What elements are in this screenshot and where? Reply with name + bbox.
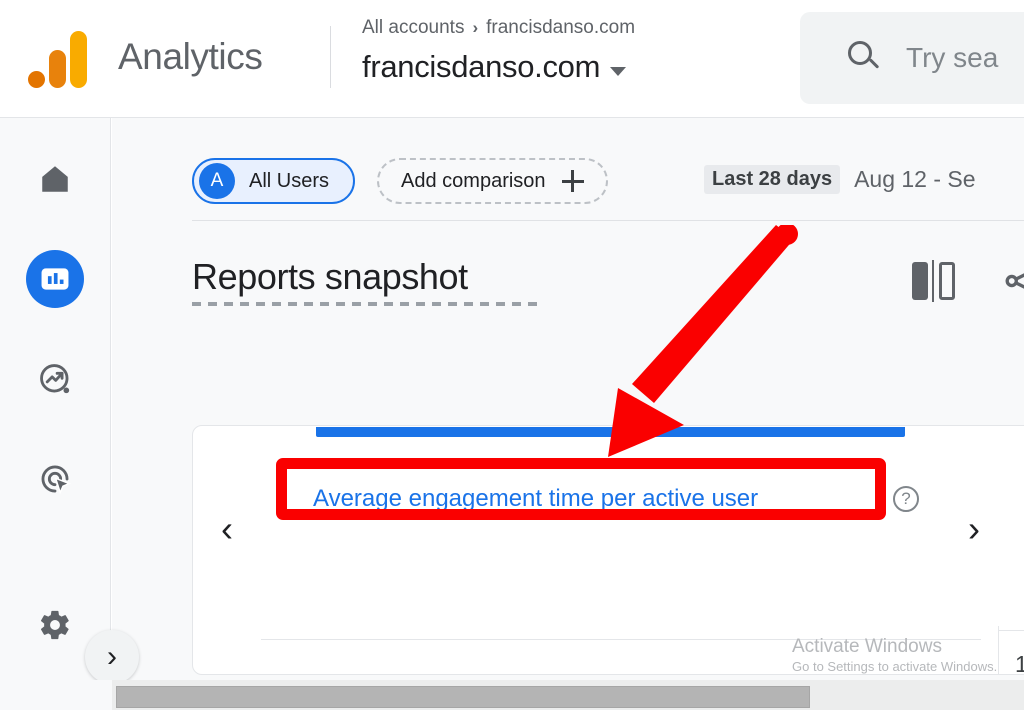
compare-split-icon[interactable] — [912, 260, 958, 302]
search-placeholder: Try sea — [906, 42, 999, 73]
home-icon — [42, 166, 68, 192]
logo-bar-mid — [49, 50, 66, 88]
scrollbar-left-gutter — [0, 680, 112, 710]
sidebar-item-home[interactable] — [26, 150, 84, 208]
help-circle-icon[interactable]: ? — [893, 486, 919, 512]
plus-icon — [561, 170, 584, 192]
breadcrumb[interactable]: All accounts › francisdanso.com — [362, 17, 635, 39]
logo-bar-tall — [70, 31, 87, 88]
date-range-dates: Aug 12 - Se — [854, 166, 976, 192]
horizontal-scrollbar-thumb[interactable] — [116, 686, 810, 708]
card-divider-vertical — [998, 626, 999, 674]
share-nodes-icon[interactable] — [1000, 260, 1024, 302]
gear-icon — [40, 610, 69, 640]
brand-divider — [330, 26, 331, 88]
add-comparison-label: Add comparison — [401, 169, 546, 192]
main-content: A All Users Add comparison Last 28 days … — [112, 118, 1024, 680]
page-title: Reports snapshot — [192, 256, 468, 297]
search-icon — [848, 41, 882, 75]
date-range-preset: Last 28 days — [704, 165, 841, 194]
card-accent-bar — [316, 427, 905, 437]
card-prev-button[interactable]: ‹ — [221, 511, 233, 547]
breadcrumb-account[interactable]: All accounts — [362, 17, 464, 39]
page-title-underline — [192, 302, 542, 306]
card-divider-horizontal — [261, 639, 981, 640]
comparison-chip-label: All Users — [249, 169, 330, 192]
comparison-chip-all-users[interactable]: A All Users — [192, 158, 356, 204]
google-analytics-logo[interactable] — [28, 30, 87, 88]
sidebar-item-explore[interactable] — [26, 350, 84, 408]
sidebar-item-advertising[interactable] — [26, 450, 84, 508]
metric-card: Average engagement time per active user … — [192, 425, 1024, 675]
advertising-target-click-icon — [41, 465, 72, 495]
add-comparison-button[interactable]: Add comparison — [377, 158, 608, 204]
logo-dot — [28, 71, 45, 88]
search-input[interactable]: Try sea — [800, 12, 1024, 104]
card-divider-top-right — [998, 630, 1024, 631]
section-divider — [192, 220, 1024, 221]
property-name: francisdanso.com — [362, 49, 601, 84]
app-root: Analytics All accounts › francisdanso.co… — [0, 0, 1024, 710]
card-value-label: 1m — [1015, 651, 1024, 674]
date-range-selector[interactable]: Last 28 days Aug 12 - Se — [704, 165, 976, 194]
property-selector[interactable]: francisdanso.com — [362, 49, 627, 85]
expand-nav-button[interactable]: › — [85, 630, 139, 684]
page-title-wrap: Reports snapshot — [192, 256, 542, 306]
chevron-down-icon — [610, 66, 627, 76]
bar-chart-icon — [41, 268, 69, 290]
metric-title-link[interactable]: Average engagement time per active user — [313, 485, 758, 513]
chevron-right-icon: › — [472, 18, 479, 37]
chevron-right-icon: › — [107, 640, 117, 673]
avatar: A — [199, 163, 235, 199]
sidebar-item-reports[interactable] — [26, 250, 84, 308]
left-nav-rail — [0, 118, 111, 680]
comparison-bar: A All Users Add comparison — [192, 158, 608, 204]
sidebar-item-admin[interactable] — [26, 596, 84, 654]
explore-trend-icon — [40, 364, 70, 394]
brand-name[interactable]: Analytics — [118, 36, 263, 78]
header-actions — [912, 260, 1024, 302]
top-bar: Analytics All accounts › francisdanso.co… — [0, 0, 1024, 118]
card-next-button[interactable]: › — [968, 511, 980, 547]
breadcrumb-property[interactable]: francisdanso.com — [486, 17, 635, 39]
